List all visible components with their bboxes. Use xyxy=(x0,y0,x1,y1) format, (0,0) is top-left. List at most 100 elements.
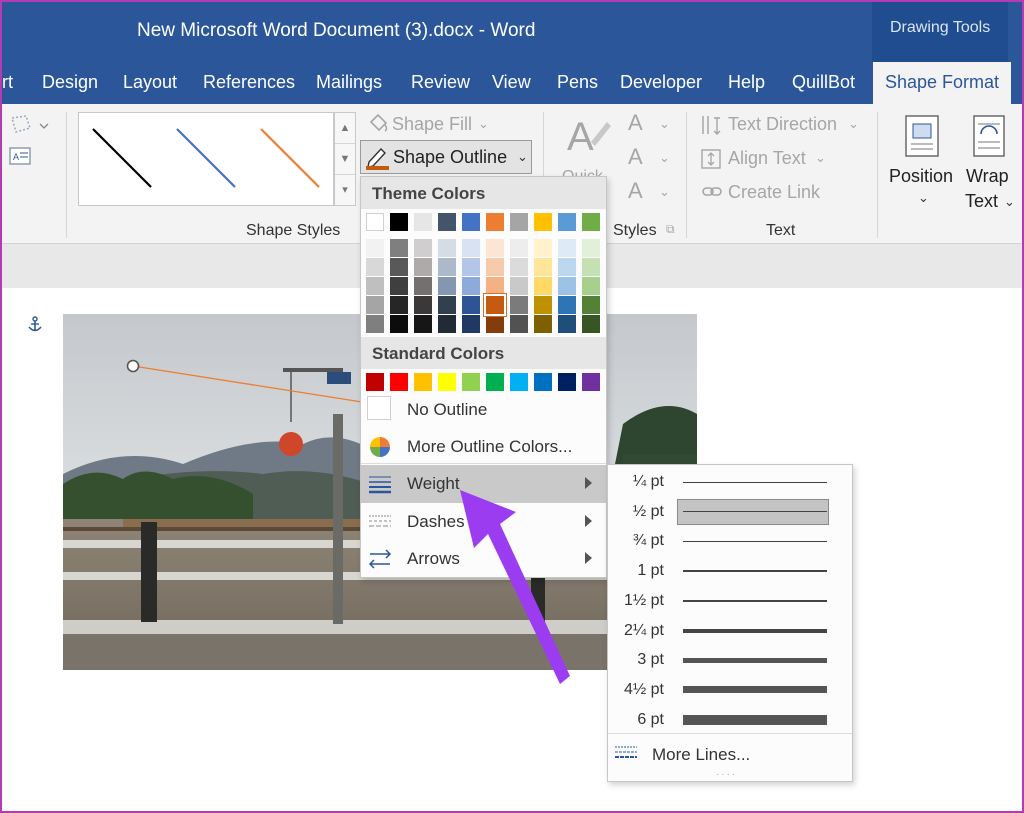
text-direction-button[interactable]: Text Direction xyxy=(728,114,837,135)
tab-view[interactable]: View xyxy=(492,72,531,93)
theme-color-shade-swatch[interactable] xyxy=(438,239,456,257)
theme-color-shade-swatch[interactable] xyxy=(484,294,506,316)
standard-color-swatch[interactable] xyxy=(366,373,384,391)
theme-color-shade-swatch[interactable] xyxy=(390,239,408,257)
theme-color-shade-swatch[interactable] xyxy=(462,296,480,314)
theme-color-shade-swatch[interactable] xyxy=(486,258,504,276)
theme-color-shade-swatch[interactable] xyxy=(582,296,600,314)
shape-styles-gallery[interactable] xyxy=(78,112,334,206)
more-outline-colors-item[interactable]: More Outline Colors... xyxy=(361,428,606,466)
theme-color-shade-swatch[interactable] xyxy=(366,258,384,276)
theme-color-shade-swatch[interactable] xyxy=(534,277,552,295)
theme-color-shade-swatch[interactable] xyxy=(390,296,408,314)
shape-fill-button[interactable]: Shape Fill xyxy=(392,114,472,135)
theme-color-shade-swatch[interactable] xyxy=(390,315,408,333)
theme-color-shade-swatch[interactable] xyxy=(486,239,504,257)
gallery-more-icon[interactable]: ▾ xyxy=(335,175,355,206)
edit-shape-icon[interactable]: A xyxy=(8,114,52,170)
theme-color-shade-swatch[interactable] xyxy=(558,258,576,276)
gallery-down-arrow-icon[interactable]: ▼ xyxy=(335,144,355,175)
tab-review[interactable]: Review xyxy=(411,72,470,93)
selected-line-shape[interactable] xyxy=(122,354,372,414)
theme-color-shade-swatch[interactable] xyxy=(534,296,552,314)
theme-color-shade-swatch[interactable] xyxy=(414,315,432,333)
theme-color-shade-swatch[interactable] xyxy=(582,239,600,257)
standard-color-swatch[interactable] xyxy=(390,373,408,391)
tab-mailings[interactable]: Mailings xyxy=(316,72,382,93)
theme-color-shade-swatch[interactable] xyxy=(390,277,408,295)
theme-color-swatch[interactable] xyxy=(366,213,384,231)
resize-grip-icon[interactable]: ···· xyxy=(716,769,737,780)
align-text-button[interactable]: Align Text xyxy=(728,148,806,169)
wrap-text-label-1[interactable]: Wrap xyxy=(966,166,1009,187)
theme-color-swatch[interactable] xyxy=(558,213,576,231)
theme-color-swatch[interactable] xyxy=(438,213,456,231)
theme-color-shade-swatch[interactable] xyxy=(438,296,456,314)
tab-quillbot[interactable]: QuillBot xyxy=(792,72,855,93)
wordart-quick-styles-icon[interactable]: A xyxy=(565,112,613,164)
theme-color-swatch[interactable] xyxy=(582,213,600,231)
theme-color-shade-swatch[interactable] xyxy=(582,315,600,333)
theme-color-shade-swatch[interactable] xyxy=(558,315,576,333)
tab-references[interactable]: References xyxy=(203,72,295,93)
position-button[interactable]: Position xyxy=(889,166,953,187)
wrap-text-icon[interactable] xyxy=(972,114,1008,158)
shape-outline-button[interactable]: Shape Outline ⌄ xyxy=(360,140,532,174)
theme-color-shade-swatch[interactable] xyxy=(534,258,552,276)
weight-option[interactable]: 1 pt xyxy=(608,557,852,586)
theme-color-shade-swatch[interactable] xyxy=(486,277,504,295)
theme-color-shade-swatch[interactable] xyxy=(462,277,480,295)
theme-color-shade-swatch[interactable] xyxy=(438,315,456,333)
tab-layout[interactable]: Layout xyxy=(123,72,177,93)
standard-color-swatch[interactable] xyxy=(582,373,600,391)
standard-color-swatch[interactable] xyxy=(534,373,552,391)
tab-pens[interactable]: Pens xyxy=(557,72,598,93)
theme-color-shade-swatch[interactable] xyxy=(390,258,408,276)
theme-color-swatch[interactable] xyxy=(534,213,552,231)
standard-color-swatch[interactable] xyxy=(558,373,576,391)
theme-color-shade-swatch[interactable] xyxy=(558,296,576,314)
theme-color-shade-swatch[interactable] xyxy=(582,258,600,276)
resize-handle[interactable] xyxy=(126,359,140,373)
weight-option[interactable]: 1½ pt xyxy=(608,587,852,616)
theme-color-shade-swatch[interactable] xyxy=(510,258,528,276)
theme-color-shade-swatch[interactable] xyxy=(510,315,528,333)
gallery-up-arrow-icon[interactable]: ▲ xyxy=(335,113,355,144)
wrap-text-label-2[interactable]: Text xyxy=(965,191,998,212)
theme-color-shade-swatch[interactable] xyxy=(366,239,384,257)
weight-option[interactable]: 3 pt xyxy=(608,646,852,675)
no-outline-item[interactable]: No Outline xyxy=(361,391,606,429)
tab-help[interactable]: Help xyxy=(728,72,765,93)
theme-color-shade-swatch[interactable] xyxy=(558,239,576,257)
text-effects-icon[interactable]: A xyxy=(628,178,643,204)
weight-option[interactable]: 6 pt xyxy=(608,706,852,735)
tab-shape-format[interactable]: Shape Format xyxy=(873,62,1012,104)
theme-color-shade-swatch[interactable] xyxy=(366,296,384,314)
theme-color-swatch[interactable] xyxy=(462,213,480,231)
theme-color-shade-swatch[interactable] xyxy=(414,258,432,276)
theme-color-shade-swatch[interactable] xyxy=(534,315,552,333)
theme-color-shade-swatch[interactable] xyxy=(462,258,480,276)
weight-option[interactable]: ½ pt xyxy=(608,498,852,527)
theme-color-shade-swatch[interactable] xyxy=(366,315,384,333)
text-outline-icon[interactable]: A xyxy=(628,144,643,170)
tab-design[interactable]: Design xyxy=(42,72,98,93)
theme-color-swatch[interactable] xyxy=(414,213,432,231)
create-link-button[interactable]: Create Link xyxy=(728,182,820,203)
standard-color-swatch[interactable] xyxy=(462,373,480,391)
theme-color-shade-swatch[interactable] xyxy=(534,239,552,257)
theme-color-shade-swatch[interactable] xyxy=(558,277,576,295)
theme-color-shade-swatch[interactable] xyxy=(438,258,456,276)
standard-color-swatch[interactable] xyxy=(438,373,456,391)
weight-option[interactable]: ¼ pt xyxy=(608,468,852,497)
theme-color-swatch[interactable] xyxy=(390,213,408,231)
weight-option[interactable]: ¾ pt xyxy=(608,527,852,556)
theme-color-swatch[interactable] xyxy=(486,213,504,231)
tab-insert[interactable]: rt xyxy=(2,72,13,93)
standard-color-swatch[interactable] xyxy=(510,373,528,391)
theme-color-swatch[interactable] xyxy=(510,213,528,231)
theme-color-shade-swatch[interactable] xyxy=(582,277,600,295)
theme-color-shade-swatch[interactable] xyxy=(414,239,432,257)
tab-developer[interactable]: Developer xyxy=(620,72,702,93)
theme-color-shade-swatch[interactable] xyxy=(462,315,480,333)
